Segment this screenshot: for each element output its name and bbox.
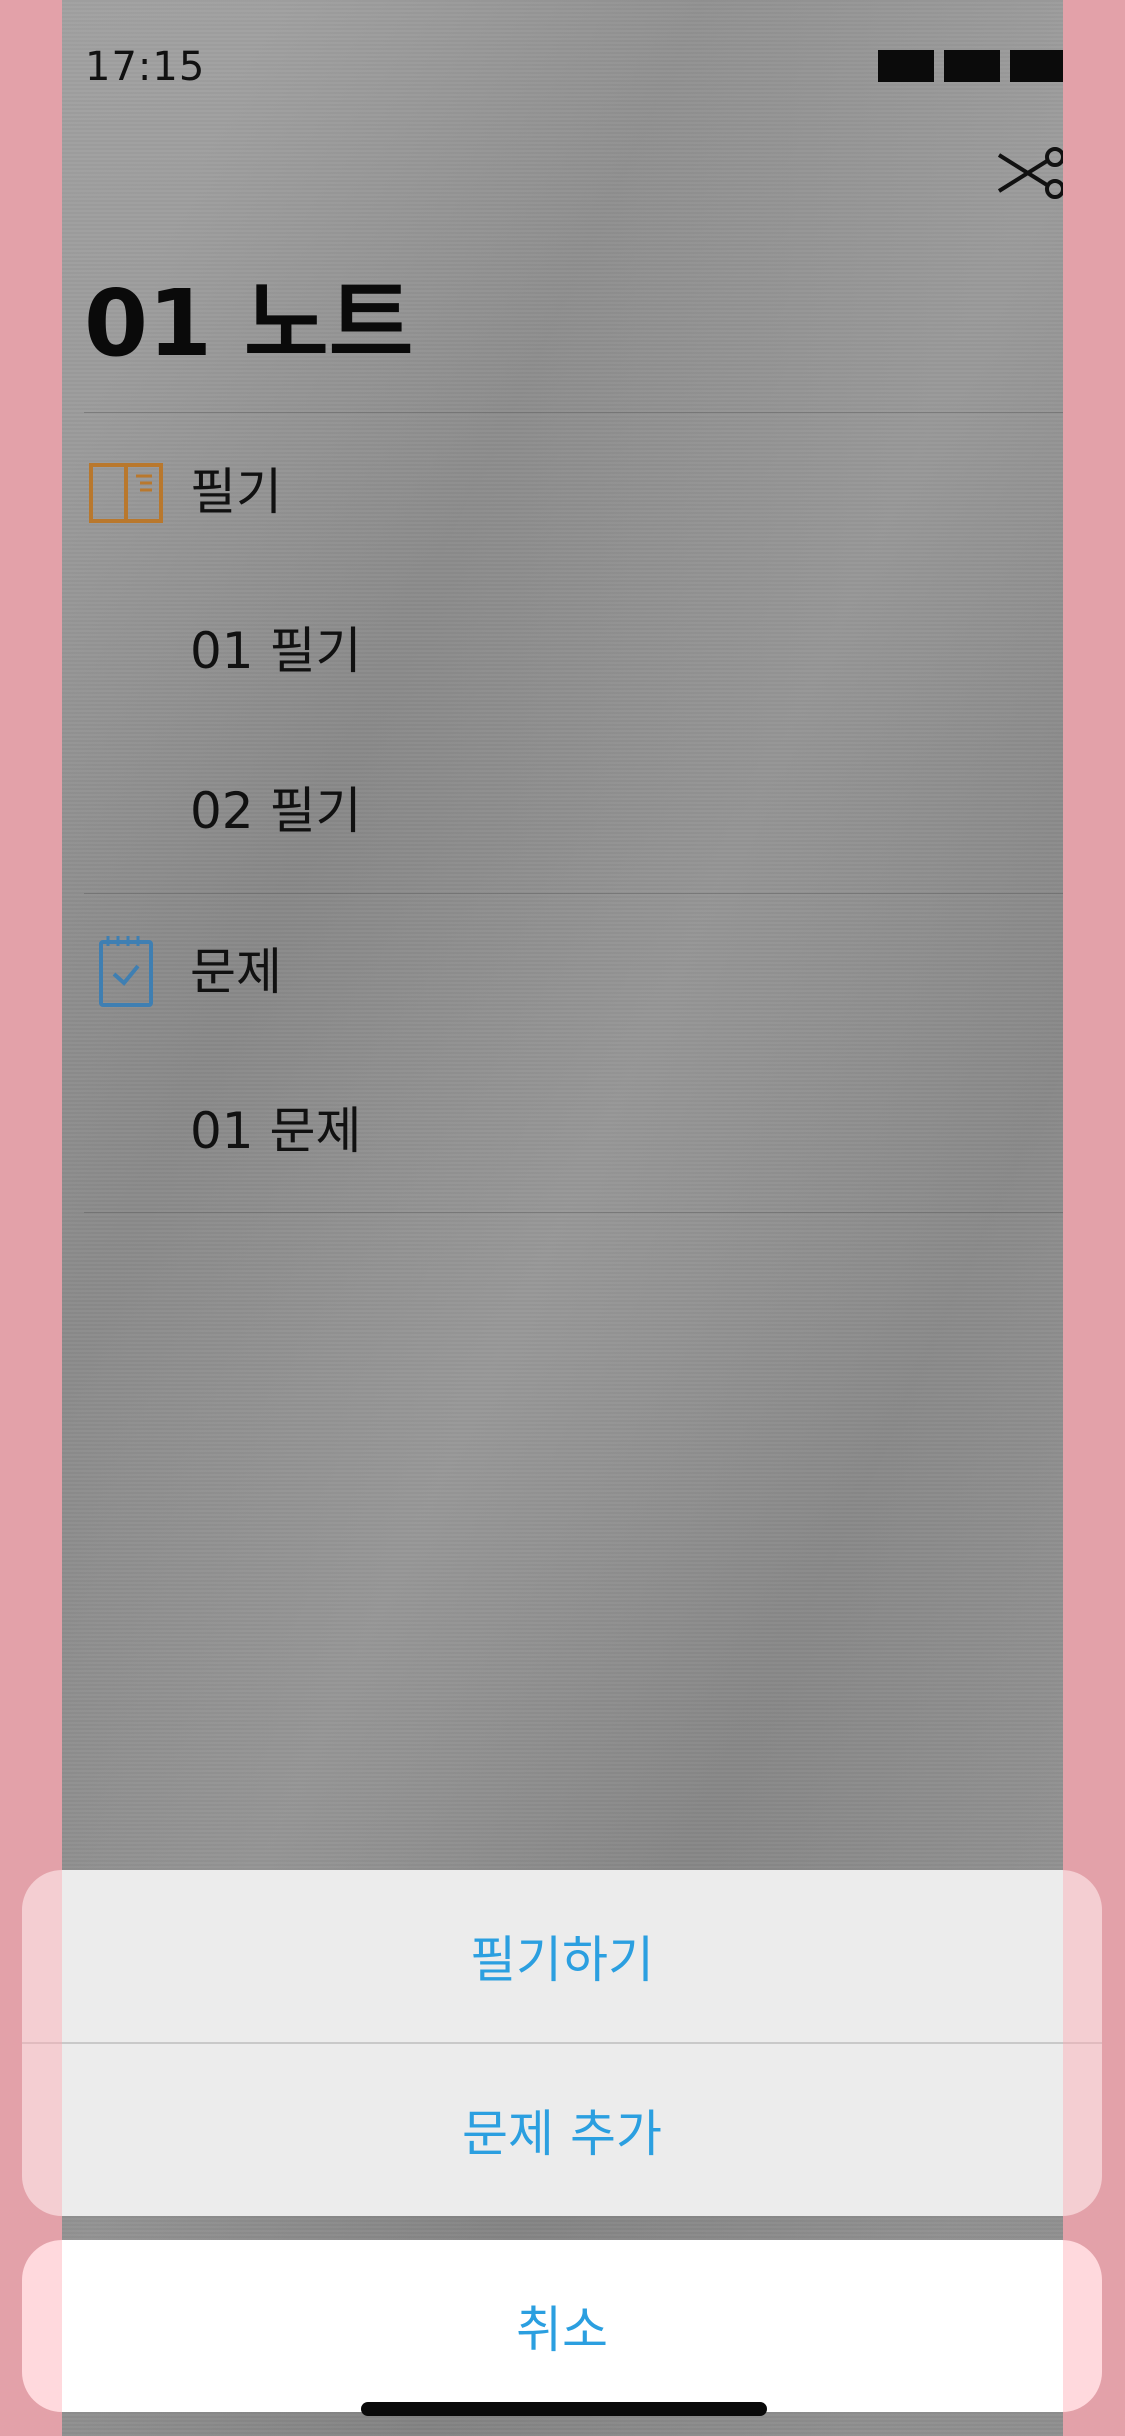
cancel-button[interactable]: 취소 bbox=[22, 2240, 1102, 2412]
list-item-note-02[interactable]: 02 필기 bbox=[190, 786, 362, 836]
signal-indicator bbox=[878, 50, 934, 82]
title-divider bbox=[84, 412, 1063, 413]
add-problem-button[interactable]: 문제 추가 bbox=[22, 2044, 1102, 2216]
wifi-indicator bbox=[944, 50, 1000, 82]
list-item-note-01[interactable]: 01 필기 bbox=[190, 626, 362, 676]
list-bottom-divider bbox=[84, 1212, 1063, 1213]
status-indicators bbox=[878, 50, 1063, 82]
book-icon bbox=[88, 462, 164, 528]
battery-indicator bbox=[1010, 50, 1063, 82]
action-sheet: 필기하기 문제 추가 bbox=[22, 1870, 1102, 2216]
home-indicator[interactable] bbox=[361, 2402, 767, 2416]
section-divider bbox=[84, 893, 1063, 894]
page-title: 01 노트 bbox=[84, 270, 414, 377]
notepad-check-icon bbox=[98, 934, 154, 1012]
scissors-icon bbox=[997, 147, 1063, 199]
section-label-problems: 문제 bbox=[190, 943, 282, 1001]
scissors-button[interactable] bbox=[997, 145, 1063, 201]
take-notes-button[interactable]: 필기하기 bbox=[22, 1870, 1102, 2042]
list-item-problem-01[interactable]: 01 문제 bbox=[190, 1106, 362, 1156]
section-label-notes: 필기 bbox=[190, 463, 282, 521]
status-time: 17:15 bbox=[85, 44, 206, 90]
